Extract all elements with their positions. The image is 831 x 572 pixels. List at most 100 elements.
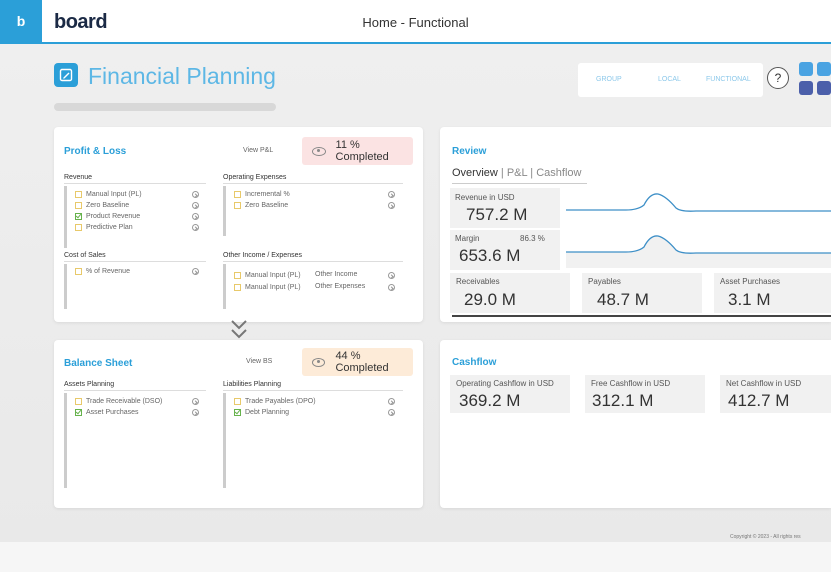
checkbox-checked[interactable] xyxy=(75,408,82,416)
divider xyxy=(64,390,206,391)
checkbox[interactable] xyxy=(234,190,241,198)
margin-value: 653.6 M xyxy=(459,246,521,265)
checkbox-checked[interactable] xyxy=(234,408,241,416)
arrow-circle-icon[interactable] xyxy=(388,191,395,198)
item-label: Product Revenue xyxy=(86,212,141,220)
checkbox[interactable] xyxy=(234,283,241,291)
pl-completion-text: 11 % Completed xyxy=(335,139,389,163)
arrow-circle-icon[interactable] xyxy=(192,409,199,416)
checkbox[interactable] xyxy=(75,397,82,405)
revenue-item[interactable]: Manual Input (PL) xyxy=(75,189,142,199)
net-cashflow-value: 412.7 M xyxy=(728,391,790,410)
help-icon[interactable]: ? xyxy=(767,67,789,89)
view-pl-link[interactable]: View P&L xyxy=(243,147,273,154)
view-option-local[interactable]: LOCAL xyxy=(658,76,681,83)
checkbox[interactable] xyxy=(234,271,241,279)
free-cashflow-label: Free Cashflow in USD xyxy=(591,379,671,388)
arrow-circle-icon[interactable] xyxy=(192,191,199,198)
arrow-circle-icon[interactable] xyxy=(388,409,395,416)
view-selector: GROUP LOCAL FUNCTIONAL xyxy=(578,63,763,97)
app-tile-icon[interactable] xyxy=(817,81,831,95)
liability-item[interactable]: Trade Payables (DPO) xyxy=(234,396,316,406)
cost-item[interactable]: % of Revenue xyxy=(75,266,130,276)
help-label: ? xyxy=(774,71,782,85)
copyright: Copyright © 2023 - All rights res xyxy=(730,534,801,540)
top-bar: b board Home - Functional xyxy=(0,0,831,44)
item-label: Asset Purchases xyxy=(86,408,139,416)
other-expenses-label: Other Expenses xyxy=(315,283,366,290)
item-label: Zero Baseline xyxy=(86,201,130,209)
bs-completion-text: 44 % Completed xyxy=(335,350,389,374)
section-bar xyxy=(223,186,226,236)
receivables-value: 29.0 M xyxy=(464,290,516,309)
revenue-heading: Revenue xyxy=(64,174,93,181)
checkbox-checked[interactable] xyxy=(75,212,82,220)
revenue-sparkline xyxy=(566,193,831,212)
view-option-functional[interactable]: FUNCTIONAL xyxy=(706,76,751,83)
asset-item[interactable]: Trade Receivable (DSO) xyxy=(75,396,162,406)
cashflow-title: Cashflow xyxy=(452,357,497,368)
arrow-circle-icon[interactable] xyxy=(192,213,199,220)
divider xyxy=(223,261,403,262)
section-bar xyxy=(223,264,226,309)
title-underline-bar xyxy=(54,103,276,111)
eye-icon xyxy=(312,357,326,367)
opex-heading: Operating Expenses xyxy=(223,174,287,181)
receivables-label: Receivables xyxy=(456,277,500,286)
balance-sheet-title: Balance Sheet xyxy=(64,358,133,369)
item-label: Predictive Plan xyxy=(86,223,133,231)
view-option-group[interactable]: GROUP xyxy=(596,76,622,83)
divider xyxy=(64,261,206,262)
checkbox[interactable] xyxy=(234,201,241,209)
asset-item[interactable]: Asset Purchases xyxy=(75,407,139,417)
divider xyxy=(64,183,206,184)
cashflow-panel xyxy=(440,340,831,508)
checkbox[interactable] xyxy=(75,267,82,275)
item-label: Zero Baseline xyxy=(245,201,289,209)
tab-overview[interactable]: Overview xyxy=(452,167,498,179)
section-bar xyxy=(64,186,67,248)
opex-item[interactable]: Zero Baseline xyxy=(234,200,288,210)
section-bar xyxy=(64,264,67,309)
app-tile-icon[interactable] xyxy=(817,62,831,76)
revenue-value: 757.2 M xyxy=(466,205,528,224)
checkbox[interactable] xyxy=(75,223,82,231)
tab-pl[interactable]: P&L xyxy=(507,167,527,179)
checkbox[interactable] xyxy=(234,397,241,405)
revenue-item[interactable]: Predictive Plan xyxy=(75,222,133,232)
pl-completion-badge: 11 % Completed xyxy=(302,137,413,165)
revenue-item[interactable]: Zero Baseline xyxy=(75,200,129,210)
checkbox[interactable] xyxy=(75,190,82,198)
divider xyxy=(223,390,403,391)
eye-icon xyxy=(312,146,326,156)
arrow-circle-icon[interactable] xyxy=(192,202,199,209)
checkbox[interactable] xyxy=(75,201,82,209)
tab-cashflow[interactable]: Cashflow xyxy=(536,167,581,179)
arrow-circle-icon[interactable] xyxy=(388,202,395,209)
section-bar xyxy=(64,393,67,488)
app-tile-icon[interactable] xyxy=(799,81,813,95)
margin-label: Margin xyxy=(455,234,480,243)
operating-cashflow-value: 369.2 M xyxy=(459,391,521,410)
arrow-circle-icon[interactable] xyxy=(192,224,199,231)
page-title: Financial Planning xyxy=(88,63,276,89)
view-bs-link[interactable]: View BS xyxy=(246,358,272,365)
other-income-item[interactable]: Manual Input (PL) xyxy=(234,270,301,280)
other-expenses-item[interactable]: Manual Input (PL) xyxy=(234,282,301,292)
arrow-circle-icon[interactable] xyxy=(388,272,395,279)
screen-title: Home - Functional xyxy=(362,15,469,30)
opex-item[interactable]: Incremental % xyxy=(234,189,290,199)
bottom-strip xyxy=(0,542,831,572)
app-tile-icon[interactable] xyxy=(799,62,813,76)
arrow-circle-icon[interactable] xyxy=(192,398,199,405)
arrow-circle-icon[interactable] xyxy=(388,398,395,405)
arrow-circle-icon[interactable] xyxy=(192,268,199,275)
liability-item[interactable]: Debt Planning xyxy=(234,407,289,417)
item-label: Manual Input (PL) xyxy=(245,271,301,279)
margin-sparkline xyxy=(566,235,831,268)
item-label: Trade Receivable (DSO) xyxy=(86,397,163,405)
divider xyxy=(223,183,403,184)
asset-purchases-value: 3.1 M xyxy=(728,290,771,309)
arrow-circle-icon[interactable] xyxy=(388,284,395,291)
revenue-item[interactable]: Product Revenue xyxy=(75,211,140,221)
